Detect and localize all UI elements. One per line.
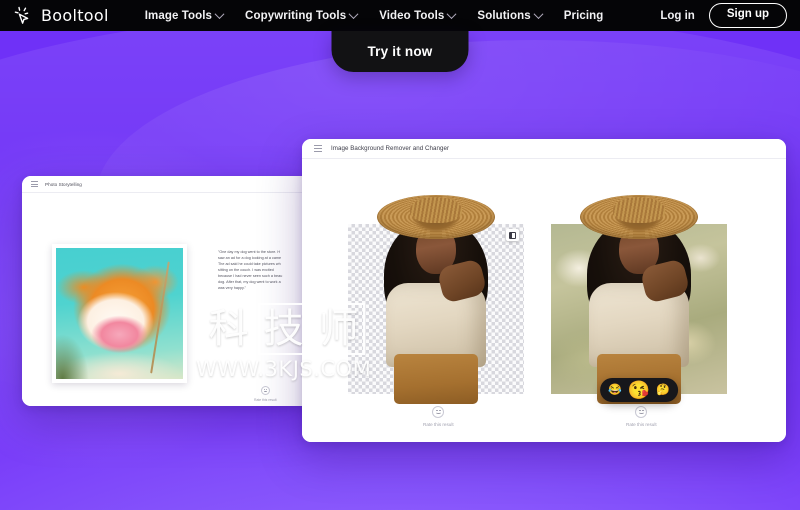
- cat-image: [56, 248, 183, 379]
- window-title: Image Background Remover and Changer: [331, 145, 450, 152]
- photo-storytelling-body: "One day my dog went to the store. H saw…: [22, 193, 312, 406]
- plant-stem-decoration: [150, 261, 171, 374]
- rate-result-panel-b[interactable]: Rate this result: [626, 406, 657, 427]
- skirt-shape: [394, 354, 478, 404]
- chevron-down-icon: [214, 9, 225, 20]
- background-remover-window: Image Background Remover and Changer Rem…: [302, 139, 786, 442]
- background-remover-body: Removed Background: [302, 159, 786, 442]
- compare-split-icon[interactable]: [506, 229, 519, 241]
- emoji-reaction-kiss[interactable]: 😘: [628, 381, 650, 399]
- nav-item-image-tools[interactable]: Image Tools: [144, 9, 225, 22]
- nav-label: Solutions: [477, 9, 531, 22]
- subject-cutout-image: [348, 191, 524, 404]
- smiley-icon: [432, 406, 445, 418]
- window-titlebar: Image Background Remover and Changer: [302, 139, 786, 159]
- cursor-sparkle-icon: [13, 5, 35, 27]
- story-line: was very happy.": [218, 285, 246, 290]
- rate-result-panel-a[interactable]: Rate this result: [423, 406, 454, 427]
- nav-actions: Log in Sign up: [660, 3, 787, 28]
- signup-button[interactable]: Sign up: [708, 3, 787, 28]
- emoji-reaction-laughing[interactable]: 😂: [608, 384, 622, 396]
- chevron-down-icon: [446, 9, 457, 20]
- rate-result-label: Rate this result: [626, 422, 657, 427]
- page-root: Booltool Image Tools Copywriting Tools V…: [0, 0, 800, 510]
- hat-crown-shape: [410, 197, 462, 223]
- nav-label: Pricing: [563, 9, 604, 22]
- grass-decoration: [56, 334, 90, 379]
- rate-result-left[interactable]: Rate this result: [254, 386, 277, 402]
- panel-removed-background[interactable]: [348, 195, 524, 404]
- rate-result-label: Rate this result: [254, 398, 277, 402]
- panel-changed-background[interactable]: 😂 😘 🤔: [551, 195, 727, 404]
- nav-label: Video Tools: [379, 9, 445, 22]
- emoji-reaction-bar[interactable]: 😂 😘 🤔: [600, 378, 678, 402]
- nav-item-video-tools[interactable]: Video Tools: [379, 9, 457, 22]
- photo-storytelling-window: Photo Storytelling "One day my dog went …: [22, 176, 312, 406]
- hat-crown-shape: [613, 197, 665, 223]
- nav-item-pricing[interactable]: Pricing: [564, 10, 604, 22]
- chevron-down-icon: [348, 9, 359, 20]
- cat-photo[interactable]: [52, 244, 187, 383]
- hamburger-icon[interactable]: [314, 145, 322, 152]
- nav-links: Image Tools Copywriting Tools Video Tool…: [144, 9, 604, 22]
- brand-name: Booltool: [41, 6, 109, 25]
- smiley-icon: [260, 386, 270, 395]
- rate-result-label: Rate this result: [423, 422, 454, 427]
- story-text: "One day my dog went to the store. H saw…: [218, 250, 312, 292]
- chevron-down-icon: [533, 9, 544, 20]
- hamburger-icon[interactable]: [31, 180, 38, 188]
- nav-item-solutions[interactable]: Solutions: [477, 9, 544, 22]
- window-title: Photo Storytelling: [45, 181, 82, 187]
- top-navbar: Booltool Image Tools Copywriting Tools V…: [0, 0, 800, 31]
- smiley-icon: [635, 406, 648, 418]
- nav-item-copywriting-tools[interactable]: Copywriting Tools: [245, 9, 359, 22]
- window-titlebar: Photo Storytelling: [22, 176, 312, 193]
- try-it-now-button[interactable]: Try it now: [331, 31, 469, 72]
- nav-label: Copywriting Tools: [245, 9, 347, 22]
- login-link[interactable]: Log in: [660, 10, 695, 22]
- subject-composited-image: [551, 191, 727, 404]
- nav-label: Image Tools: [144, 9, 213, 22]
- brand-logo[interactable]: Booltool: [13, 5, 109, 27]
- emoji-reaction-thinking[interactable]: 🤔: [656, 384, 670, 396]
